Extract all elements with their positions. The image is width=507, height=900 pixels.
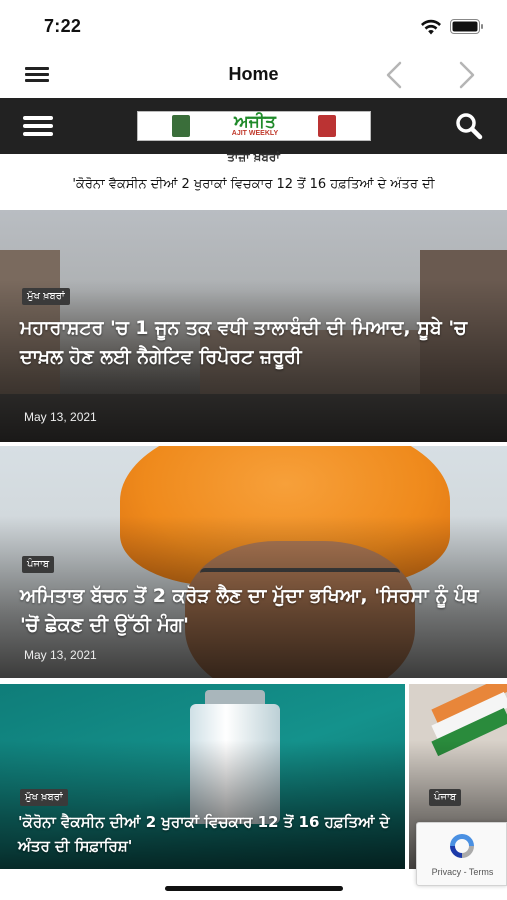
page-title: Home	[228, 64, 279, 84]
site-header: ਅਜੀਤ AJIT WEEKLY	[0, 98, 507, 154]
article-date: May 13, 2021	[24, 648, 97, 662]
article-card[interactable]: ਪੰਜਾਬ ਅਮਿਤਾਭ ਬੱਚਨ ਤੋਂ 2 ਕਰੋੜ ਲੈਣ ਦਾ ਮੁੱਦ…	[0, 446, 507, 678]
category-badge: ਮੁੱਖ ਖ਼ਬਰਾਂ	[20, 789, 68, 806]
status-bar: 7:22	[0, 0, 507, 50]
battery-icon	[450, 19, 483, 34]
recaptcha-links[interactable]: Privacy - Terms	[417, 867, 507, 877]
chevron-left-icon[interactable]	[382, 60, 406, 90]
site-menu-icon[interactable]	[23, 114, 55, 138]
breaking-news-ticker[interactable]: 'ਕੋਰੋਨਾ ਵੈਕਸੀਨ ਦੀਆਂ 2 ਖੁਰਾਕਾਂ ਵਿਚਕਾਰ 12 …	[0, 177, 507, 192]
recaptcha-icon	[450, 834, 474, 858]
breaking-news-heading: ਤਾਜ਼ਾ ਖ਼ਬਰਾਂ	[227, 150, 280, 164]
article-card[interactable]: ਮੁੱਖ ਖ਼ਬਰਾਂ 'ਕੋਰੋਨਾ ਵੈਕਸੀਨ ਦੀਆਂ 2 ਖੁਰਾਕਾ…	[0, 684, 405, 869]
logo-subtitle: AJIT WEEKLY	[231, 130, 279, 137]
article-date: May 13, 2021	[24, 410, 97, 424]
search-icon[interactable]	[455, 112, 483, 140]
recaptcha-badge[interactable]: Privacy - Terms	[416, 822, 507, 886]
home-indicator[interactable]	[165, 886, 343, 891]
site-logo[interactable]: ਅਜੀਤ AJIT WEEKLY	[137, 111, 371, 141]
status-time: 7:22	[44, 16, 82, 36]
category-badge: ਮੁੱਖ ਖ਼ਬਰਾਂ	[22, 288, 70, 305]
chevron-right-icon[interactable]	[455, 60, 479, 90]
category-badge: ਪੰਜਾਬ	[429, 789, 462, 806]
hamburger-icon[interactable]	[25, 64, 51, 84]
logo-portrait-right	[318, 115, 336, 137]
article-card[interactable]: ਮੁੱਖ ਖ਼ਬਰਾਂ ਮਹਾਰਾਸ਼ਟਰ 'ਚ 1 ਜੂਨ ਤਕ ਵਧੀ ਤਾ…	[0, 210, 507, 442]
wifi-icon	[421, 19, 441, 35]
logo-title: ਅਜੀਤ	[234, 112, 276, 132]
logo-portrait-left	[172, 115, 190, 137]
article-headline[interactable]: ਅਮਿਤਾਭ ਬੱਚਨ ਤੋਂ 2 ਕਰੋੜ ਲੈਣ ਦਾ ਮੁੱਦਾ ਭਖਿਆ…	[20, 582, 490, 640]
article-headline[interactable]: 'ਕੋਰੋਨਾ ਵੈਕਸੀਨ ਦੀਆਂ 2 ਖੁਰਾਕਾਂ ਵਿਚਕਾਰ 12 …	[18, 810, 398, 858]
nav-bar: Home	[0, 50, 507, 98]
category-badge: ਪੰਜਾਬ	[22, 556, 55, 573]
article-headline[interactable]: ਮਹਾਰਾਸ਼ਟਰ 'ਚ 1 ਜੂਨ ਤਕ ਵਧੀ ਤਾਲਾਬੰਦੀ ਦੀ ਮਿ…	[20, 314, 490, 372]
